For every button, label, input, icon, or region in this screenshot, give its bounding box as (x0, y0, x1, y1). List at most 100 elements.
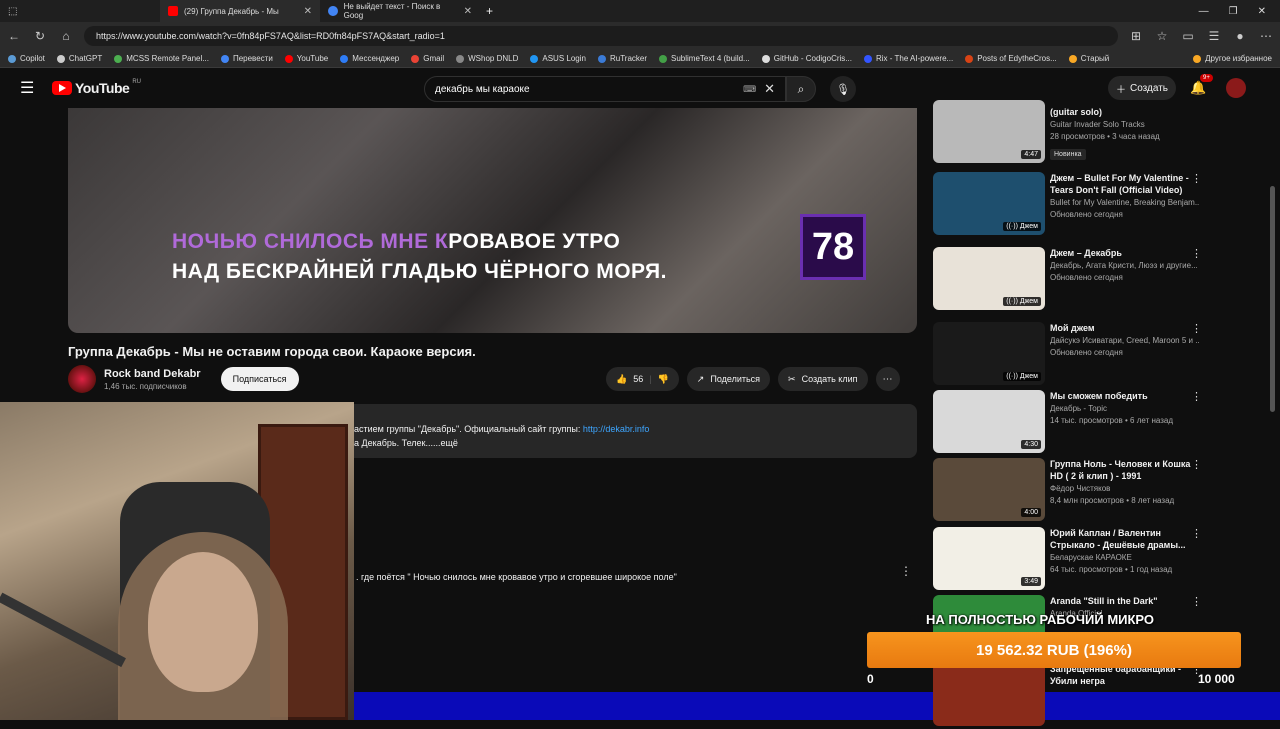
keyboard-icon[interactable]: ⌨ (743, 84, 756, 95)
recommendation-channel: Фёдор Чистяков (1050, 484, 1111, 493)
bookmark-item[interactable]: Rix - The AI-powere... (863, 54, 953, 63)
bookmark-item[interactable]: Copilot (8, 54, 45, 63)
url-field[interactable]: https://www.youtube.com/watch?v=0fn84pFS… (84, 26, 1118, 46)
recommendation-title[interactable]: Джем – Bullet For My Valentine - Tears D… (1050, 172, 1198, 196)
bookmark-item[interactable]: WShop DNLD (456, 54, 518, 63)
bookmark-item[interactable]: RuTracker (597, 54, 647, 63)
profile-icon[interactable]: ● (1232, 29, 1248, 43)
description-line-2[interactable]: а Декабрь. Телек......ещё (354, 438, 458, 448)
bookmark-item[interactable]: Другое избранное (1193, 54, 1272, 63)
create-button[interactable]: ＋ Создать (1108, 76, 1176, 100)
search-button[interactable]: ⌕ (786, 76, 816, 102)
mix-label: Джем (1019, 298, 1038, 305)
like-icon[interactable]: 👍 (616, 374, 627, 385)
bookmark-item[interactable]: SublimeText 4 (build... (659, 54, 750, 63)
recommendation-item[interactable]: ((·)) Джем Джем – Декабрь Декабрь, Агата К… (933, 247, 1213, 313)
search-input[interactable]: декабрь мы караоке ⌨ ✕ (424, 76, 786, 102)
bookmark-item[interactable]: Мессенджер (340, 54, 399, 63)
back-icon[interactable]: ← (6, 29, 22, 43)
recommendation-stats: 28 просмотров • 3 часа назад (1050, 132, 1160, 141)
bookmark-item[interactable]: Перевести (220, 54, 273, 63)
video-player[interactable]: НОЧЬЮ СНИЛОСЬ МНЕ КРОВАВОЕ УТРО НАД БЕСК… (68, 108, 917, 333)
bookmark-item[interactable]: YouTube (284, 54, 328, 63)
favorite-star-icon[interactable]: ☆ (1154, 29, 1170, 43)
recommendation-thumbnail[interactable]: ((·)) Джем (933, 172, 1045, 235)
page-scrollbar[interactable] (1270, 186, 1275, 412)
recommendation-menu-icon[interactable]: ⋮ (1191, 390, 1202, 403)
recommendation-item[interactable]: ((·)) Джем Мой джем Дайсукэ Исиватари, Cre… (933, 322, 1213, 388)
recommendation-thumbnail[interactable]: 3:49 (933, 527, 1045, 590)
minimize-icon[interactable]: — (1199, 6, 1209, 17)
recommendation-item[interactable]: Запрещенные барабанщики - Убили негра ⋮ (933, 663, 1213, 729)
subscribe-button[interactable]: Подписаться (220, 367, 299, 391)
recommendation-thumbnail[interactable]: 4:30 (933, 390, 1045, 453)
browser-menu[interactable]: ⬚ (0, 0, 160, 22)
hamburger-menu-icon[interactable]: ☰ (20, 78, 40, 98)
recommendation-menu-icon[interactable]: ⋮ (1191, 527, 1202, 540)
recommendation-item[interactable]: 4:47 (guitar solo) Guitar Invader Solo Tra… (933, 100, 1213, 172)
close-window-icon[interactable]: ✕ (1258, 6, 1266, 17)
bookmark-favicon-icon (284, 54, 293, 63)
recommendation-menu-icon[interactable]: ⋮ (1191, 172, 1202, 185)
tab-youtube[interactable]: (29) Группа Декабрь - Мы ✕ (160, 0, 320, 22)
scissors-icon: ✂ (788, 373, 796, 384)
recommendation-item[interactable]: 4:00 Группа Ноль - Человек и Кошка HD ( 2… (933, 458, 1213, 524)
recommendation-channel: Дайсукэ Исиватари, Creed, Maroon 5 и ... (1050, 336, 1200, 345)
channel-name[interactable]: Rock band Dekabr (104, 368, 201, 380)
bookmark-item[interactable]: Старый (1068, 54, 1109, 63)
bookmark-item[interactable]: MCSS Remote Panel... (114, 54, 209, 63)
bookmark-item[interactable]: GitHub - CodigoCris... (761, 54, 852, 63)
recommendation-title[interactable]: Мой джем (1050, 322, 1198, 334)
donation-max-label: 10 000 (1198, 672, 1235, 686)
recommendation-item[interactable]: 3:49 Юрий Каплан / Валентин Стрыкало - Де… (933, 527, 1213, 593)
description-link[interactable]: http://dekabr.info (583, 424, 650, 434)
recommendation-title[interactable]: Джем – Декабрь (1050, 247, 1198, 259)
channel-avatar[interactable] (68, 365, 96, 393)
recommendation-thumbnail[interactable]: ((·)) Джем (933, 322, 1045, 385)
comment-menu-icon[interactable]: ⋮ (900, 564, 912, 578)
create-clip-button[interactable]: ✂ Создать клип (778, 367, 868, 391)
menu-dots-icon[interactable]: ⋯ (1258, 29, 1274, 43)
favorites-icon[interactable]: ☰ (1206, 29, 1222, 43)
recommendation-thumbnail[interactable] (933, 663, 1045, 726)
dislike-icon[interactable]: 👎 (658, 374, 669, 385)
notifications-bell-icon[interactable]: 🔔 (1190, 80, 1206, 96)
bookmark-item[interactable]: Gmail (411, 54, 444, 63)
bookmark-label: Gmail (423, 54, 445, 63)
recommendation-menu-icon[interactable]: ⋮ (1191, 322, 1202, 335)
recommendation-menu-icon[interactable]: ⋮ (1191, 247, 1202, 260)
maximize-icon[interactable]: ❐ (1229, 6, 1238, 17)
close-tab-icon[interactable]: ✕ (464, 6, 472, 17)
split-screen-icon[interactable]: ▭ (1180, 29, 1196, 43)
share-button[interactable]: ↗ Поделиться (686, 367, 771, 391)
close-tab-icon[interactable]: ✕ (304, 6, 312, 17)
tab-google[interactable]: Не выйдет текст - Поиск в Goog ✕ (320, 0, 480, 22)
reload-icon[interactable]: ↻ (32, 29, 48, 43)
bookmark-favicon-icon (114, 54, 123, 63)
recommendation-thumbnail[interactable]: 4:00 (933, 458, 1045, 521)
extension-icon[interactable]: ⊞ (1128, 29, 1144, 43)
voice-search-button[interactable]: 🎙 (830, 76, 856, 102)
new-tab-button[interactable]: + (486, 4, 493, 18)
more-actions-button[interactable]: ⋯ (875, 367, 900, 391)
recommendation-title[interactable]: Юрий Каплан / Валентин Стрыкало - Дешёвы… (1050, 527, 1198, 551)
recommendation-menu-icon[interactable]: ⋮ (1191, 595, 1202, 608)
home-icon[interactable]: ⌂ (58, 29, 74, 43)
recommendation-title[interactable]: Мы сможем победить (1050, 390, 1198, 402)
bookmark-item[interactable]: ASUS Login (530, 54, 586, 63)
recommendation-thumbnail[interactable]: ((·)) Джем (933, 247, 1045, 310)
recommendation-item[interactable]: ((·)) Джем Джем – Bullet For My Valentine… (933, 172, 1213, 238)
bookmark-item[interactable]: ChatGPT (56, 54, 102, 63)
recommendation-item[interactable]: 4:30 Мы сможем победить Декабрь - Topic 14 … (933, 390, 1213, 456)
clear-search-icon[interactable]: ✕ (764, 81, 775, 97)
bookmark-label: Мессенджер (352, 54, 400, 63)
recommendation-title[interactable]: (guitar solo) (1050, 106, 1198, 118)
user-avatar[interactable] (1226, 78, 1246, 98)
recommendation-title[interactable]: Aranda "Still in the Dark" (1050, 595, 1198, 607)
recommendation-thumbnail[interactable]: 4:47 (933, 100, 1045, 163)
recommendation-title[interactable]: Группа Ноль - Человек и Кошка HD ( 2 й к… (1050, 458, 1198, 482)
channel-row: Rock band Dekabr 1,46 тыс. подписчиков П… (68, 365, 299, 393)
recommendation-menu-icon[interactable]: ⋮ (1191, 458, 1202, 471)
bookmark-item[interactable]: Posts of EdytheCros... (965, 54, 1057, 63)
youtube-logo[interactable]: YouTube RU (52, 79, 141, 96)
